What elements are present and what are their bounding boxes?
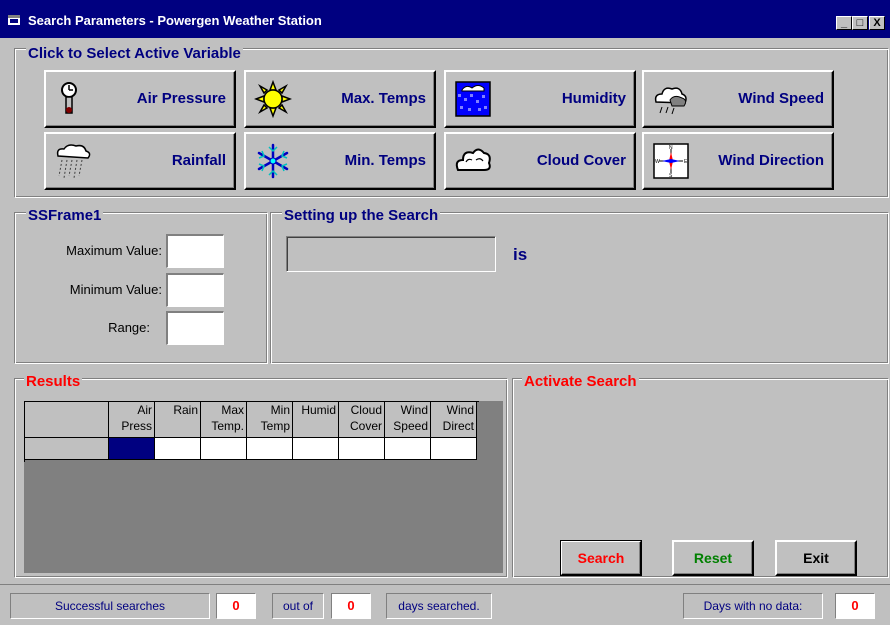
column-header-line: Cover [349, 419, 382, 433]
humidity-button[interactable]: Humidity [444, 70, 636, 128]
column-header-line: Press [121, 419, 152, 433]
grid-column-header[interactable]: Air Press [109, 402, 155, 438]
title-bar[interactable]: Search Parameters - Powergen Weather Sta… [0, 0, 890, 38]
max-temps-button[interactable]: Max. Temps [244, 70, 436, 128]
reset-button[interactable]: Reset [672, 540, 754, 576]
grid-cell[interactable] [293, 438, 339, 460]
column-header-line: Temp. [211, 419, 244, 433]
min-value-label: Minimum Value: [69, 282, 162, 297]
app-icon [8, 15, 20, 25]
wind-speed-button[interactable]: Wind Speed [642, 70, 834, 128]
humidity-icon [455, 81, 491, 117]
min-temps-button[interactable]: Min. Temps [244, 132, 436, 190]
close-button[interactable]: X [869, 16, 885, 30]
grid-cell[interactable] [109, 438, 155, 460]
grid-cell[interactable] [155, 438, 201, 460]
rainfall-button[interactable]: Rainfall [44, 132, 236, 190]
wind-cloud-icon [654, 87, 687, 115]
status-divider [0, 584, 890, 585]
wind-direction-button[interactable]: N S W E Wind Direction [642, 132, 834, 190]
snowflake-icon [257, 143, 289, 179]
column-header-line: Max [221, 403, 244, 417]
column-header-line: Min [270, 403, 290, 417]
sun-icon [254, 80, 292, 118]
range-label: Range: [108, 320, 150, 335]
grid-row-header[interactable] [25, 438, 109, 460]
setup-search-frame [270, 212, 889, 364]
days-searched-label: days searched. [386, 593, 492, 619]
no-data-count: 0 [835, 593, 875, 619]
rain-cloud-icon [56, 144, 91, 179]
min-temps-label: Min. Temps [344, 152, 426, 169]
grid-column-header[interactable]: Wind Direct [431, 402, 477, 438]
svg-text:N: N [669, 145, 673, 151]
svg-text:W: W [655, 159, 660, 165]
grid-cell[interactable] [431, 438, 477, 460]
is-label: is [513, 245, 528, 264]
range-field[interactable] [166, 311, 224, 345]
column-header-line: Humid [301, 403, 336, 417]
column-header-line: Direct [442, 419, 474, 433]
grid-cell[interactable] [385, 438, 431, 460]
barometer-clock-icon [61, 82, 77, 114]
setup-search-legend: Setting up the Search [282, 207, 441, 225]
grid-column-header[interactable]: Max Temp. [201, 402, 247, 438]
wind-direction-label: Wind Direction [718, 152, 824, 169]
cloud-icon [455, 148, 491, 171]
maximize-button[interactable]: □ [852, 16, 868, 30]
column-header-line: Wind [446, 403, 474, 417]
successful-searches-label: Successful searches [10, 593, 210, 619]
successful-count: 0 [216, 593, 256, 619]
air-pressure-label: Air Pressure [136, 90, 226, 107]
minimize-button[interactable]: _ [836, 16, 852, 30]
grid-column-header[interactable]: Wind Speed [385, 402, 431, 438]
activate-search-legend: Activate Search [522, 373, 639, 391]
grid-corner-cell [25, 402, 109, 438]
air-pressure-button[interactable]: Air Pressure [44, 70, 236, 128]
grid-column-header[interactable]: Min Temp [247, 402, 293, 438]
grid-column-header[interactable]: Cloud Cover [339, 402, 385, 438]
operator-field[interactable] [286, 236, 496, 272]
compass-icon: N S W E [653, 143, 689, 179]
grid-cell[interactable] [247, 438, 293, 460]
rainfall-label: Rainfall [171, 152, 226, 169]
column-header-line: Speed [393, 419, 428, 433]
max-temps-label: Max. Temps [341, 90, 426, 107]
exit-button[interactable]: Exit [775, 540, 857, 576]
out-of-label: out of [272, 593, 324, 619]
grid-column-header[interactable]: Rain [155, 402, 201, 438]
window-title: Search Parameters - Powergen Weather Sta… [28, 13, 322, 28]
column-header-line: Wind [400, 403, 428, 417]
column-header-line: Rain [173, 403, 198, 417]
no-data-label: Days with no data: [683, 593, 823, 619]
search-button[interactable]: Search [560, 540, 642, 576]
max-value-label: Maximum Value: [66, 243, 162, 258]
ssframe1-legend: SSFrame1 [26, 207, 104, 225]
humidity-label: Humidity [561, 90, 626, 107]
grid-cell[interactable] [339, 438, 385, 460]
results-legend: Results [24, 373, 83, 391]
days-count: 0 [331, 593, 371, 619]
grid-column-header[interactable]: Humid [293, 402, 339, 438]
column-header-line: Cloud [350, 403, 382, 417]
cloud-cover-button[interactable]: Cloud Cover [444, 132, 636, 190]
max-value-field[interactable] [166, 234, 224, 268]
column-header-line: Air [137, 403, 152, 417]
grid-cell[interactable] [201, 438, 247, 460]
cloud-cover-label: Cloud Cover [536, 152, 626, 169]
results-grid[interactable]: Air Press Rain Max Temp. Min Temp Humid Cloud Cov… [24, 401, 479, 462]
column-header-line: Temp [260, 419, 290, 433]
min-value-field[interactable] [166, 273, 224, 307]
variable-frame-legend: Click to Select Active Variable [26, 45, 243, 63]
wind-speed-label: Wind Speed [738, 90, 824, 107]
